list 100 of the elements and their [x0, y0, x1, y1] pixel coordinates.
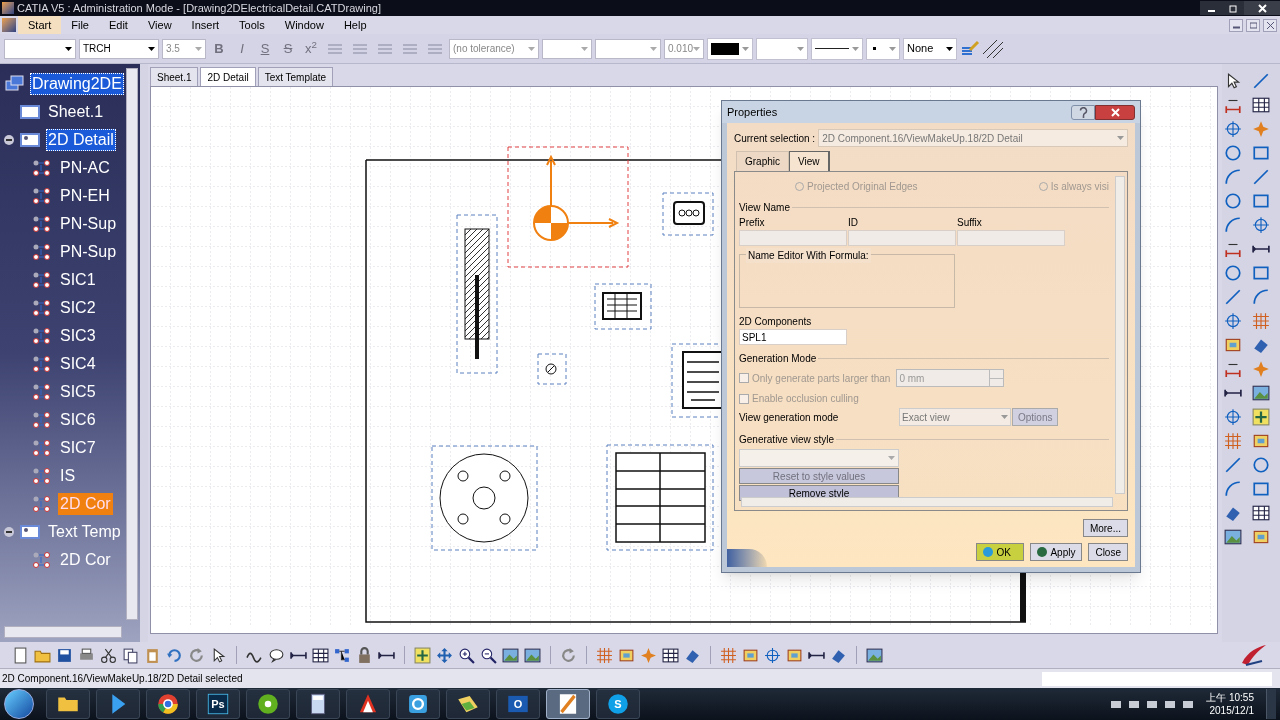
tree-item[interactable]: IS	[58, 465, 78, 487]
target-icon[interactable]	[764, 646, 781, 664]
copy-icon[interactable]	[122, 646, 139, 664]
grid-icon[interactable]	[1224, 432, 1242, 450]
taskbar-app-button[interactable]	[246, 689, 290, 719]
box-icon[interactable]	[1252, 528, 1270, 546]
tree-item[interactable]: SIC4	[58, 353, 98, 375]
ok-button[interactable]: OK	[976, 543, 1025, 561]
picture-icon[interactable]	[1252, 384, 1270, 402]
clock-time[interactable]: 上午 10:55	[1206, 691, 1254, 704]
picture-icon[interactable]	[502, 646, 519, 664]
taskbar-app-button[interactable]	[296, 689, 340, 719]
tree-item[interactable]: SIC1	[58, 269, 98, 291]
connector-drawing[interactable]	[662, 192, 714, 236]
line-color-dropdown[interactable]	[707, 37, 753, 60]
horizontal-scrollbar[interactable]	[741, 497, 1113, 507]
line-icon[interactable]	[1252, 72, 1270, 90]
flag-icon[interactable]	[1128, 698, 1141, 710]
tree-item[interactable]: 2D Cor	[58, 549, 113, 571]
hatch-icon[interactable]	[983, 39, 1003, 58]
text-style-button[interactable]: x$^{2}$	[301, 38, 321, 59]
arc-icon[interactable]	[1224, 480, 1242, 498]
square-icon[interactable]	[1252, 144, 1270, 162]
speaker-icon[interactable]	[1182, 698, 1195, 710]
tree-item[interactable]: Sheet.1	[46, 101, 106, 123]
components-field[interactable]: SPL1	[739, 329, 847, 345]
point-type-dropdown[interactable]	[866, 37, 900, 60]
small-circle-drawing[interactable]	[537, 353, 567, 385]
restore-button[interactable]	[1222, 1, 1244, 15]
font-dropdown[interactable]: TRCH	[79, 38, 159, 59]
keyboard-icon[interactable]	[1110, 698, 1123, 710]
circle-icon[interactable]	[1224, 264, 1242, 282]
tree-item[interactable]: SIC2	[58, 297, 98, 319]
target-icon[interactable]	[1224, 408, 1242, 426]
table-icon[interactable]	[312, 646, 329, 664]
tree-item[interactable]: PN-AC	[58, 157, 112, 179]
square-icon[interactable]	[1252, 480, 1270, 498]
close-button[interactable]: Close	[1088, 543, 1128, 561]
tree-item[interactable]: Drawing2DE	[30, 73, 124, 95]
square-icon[interactable]	[1252, 192, 1270, 210]
taskbar-app-button[interactable]: Ps	[196, 689, 240, 719]
tree-icon[interactable]	[334, 646, 351, 664]
close-icon[interactable]	[1110, 107, 1120, 117]
taskbar-app-button[interactable]	[446, 689, 490, 719]
zoom-out-icon[interactable]	[480, 646, 497, 664]
four-arrows-icon[interactable]	[436, 646, 453, 664]
precision-dropdown[interactable]: 0.010	[664, 38, 704, 59]
menu-item[interactable]: Edit	[98, 16, 138, 34]
more-button[interactable]: More...	[1082, 519, 1128, 537]
text-field[interactable]	[848, 230, 956, 246]
save-icon[interactable]	[56, 646, 73, 664]
menu-item[interactable]: File	[61, 16, 99, 34]
line-icon[interactable]	[1224, 456, 1242, 474]
generation-mode-dropdown[interactable]: Exact view	[899, 408, 1011, 426]
square-icon[interactable]	[1252, 264, 1270, 282]
text-field[interactable]	[957, 230, 1065, 246]
tree-item[interactable]: Text Temp	[46, 521, 123, 543]
collapse-toggle-icon[interactable]	[4, 135, 14, 145]
taskbar-app-button[interactable]: O	[496, 689, 540, 719]
arc-icon[interactable]	[1252, 288, 1270, 306]
fill-dropdown[interactable]: None	[903, 37, 957, 60]
font-size-dropdown[interactable]: 3.5	[162, 38, 206, 59]
help-icon[interactable]	[1078, 106, 1088, 118]
sheet-tab[interactable]: Text Template	[257, 67, 334, 86]
sheet-tab[interactable]: Sheet.1	[150, 67, 199, 86]
tree-item[interactable]: PN-Sup	[58, 241, 119, 263]
picture-icon[interactable]	[1224, 528, 1242, 546]
help-button[interactable]	[1071, 104, 1095, 120]
signal-icon[interactable]	[1164, 698, 1177, 710]
circle-icon[interactable]	[1224, 144, 1242, 162]
tolerance-dropdown[interactable]: (no tolerance)	[449, 38, 539, 59]
vertical-scrollbar[interactable]	[1115, 176, 1125, 494]
tree-item[interactable]: 2D Detail	[46, 129, 116, 151]
refresh-icon[interactable]	[188, 646, 205, 664]
taskbar-app-button[interactable]	[46, 689, 90, 719]
tree-item[interactable]: PN-EH	[58, 185, 112, 207]
taskbar-app-button[interactable]	[346, 689, 390, 719]
menu-item[interactable]: Window	[274, 16, 334, 34]
tree-item[interactable]: SIC3	[58, 325, 98, 347]
menu-item[interactable]: View	[137, 16, 182, 34]
target-icon[interactable]	[1252, 216, 1270, 234]
terminal-block-drawing[interactable]	[594, 283, 652, 330]
restore-icon[interactable]	[1228, 3, 1238, 13]
vertical-scrollbar[interactable]	[126, 68, 138, 620]
dialog-tab[interactable]: View	[789, 151, 830, 171]
grid-table-drawing[interactable]	[606, 444, 714, 551]
clock-date[interactable]: 2015/12/1	[1209, 704, 1254, 717]
collapse-toggle-icon[interactable]	[4, 527, 14, 537]
arc-icon[interactable]	[1224, 168, 1242, 186]
dialog-tab[interactable]: Graphic	[736, 151, 789, 171]
taskbar-app-button[interactable]	[396, 689, 440, 719]
fit-all-icon[interactable]	[1252, 408, 1270, 426]
horizontal-scrollbar[interactable]	[4, 626, 122, 638]
line-icon[interactable]	[1224, 288, 1242, 306]
current-selection-dropdown[interactable]: 2D Component.16/ViewMakeUp.18/2D Detail	[818, 129, 1128, 147]
circle-icon[interactable]	[1252, 456, 1270, 474]
app-logo-icon[interactable]	[2, 18, 16, 32]
lock-icon[interactable]	[356, 646, 373, 664]
grid-icon[interactable]	[1252, 312, 1270, 330]
circle-icon[interactable]	[1224, 192, 1242, 210]
